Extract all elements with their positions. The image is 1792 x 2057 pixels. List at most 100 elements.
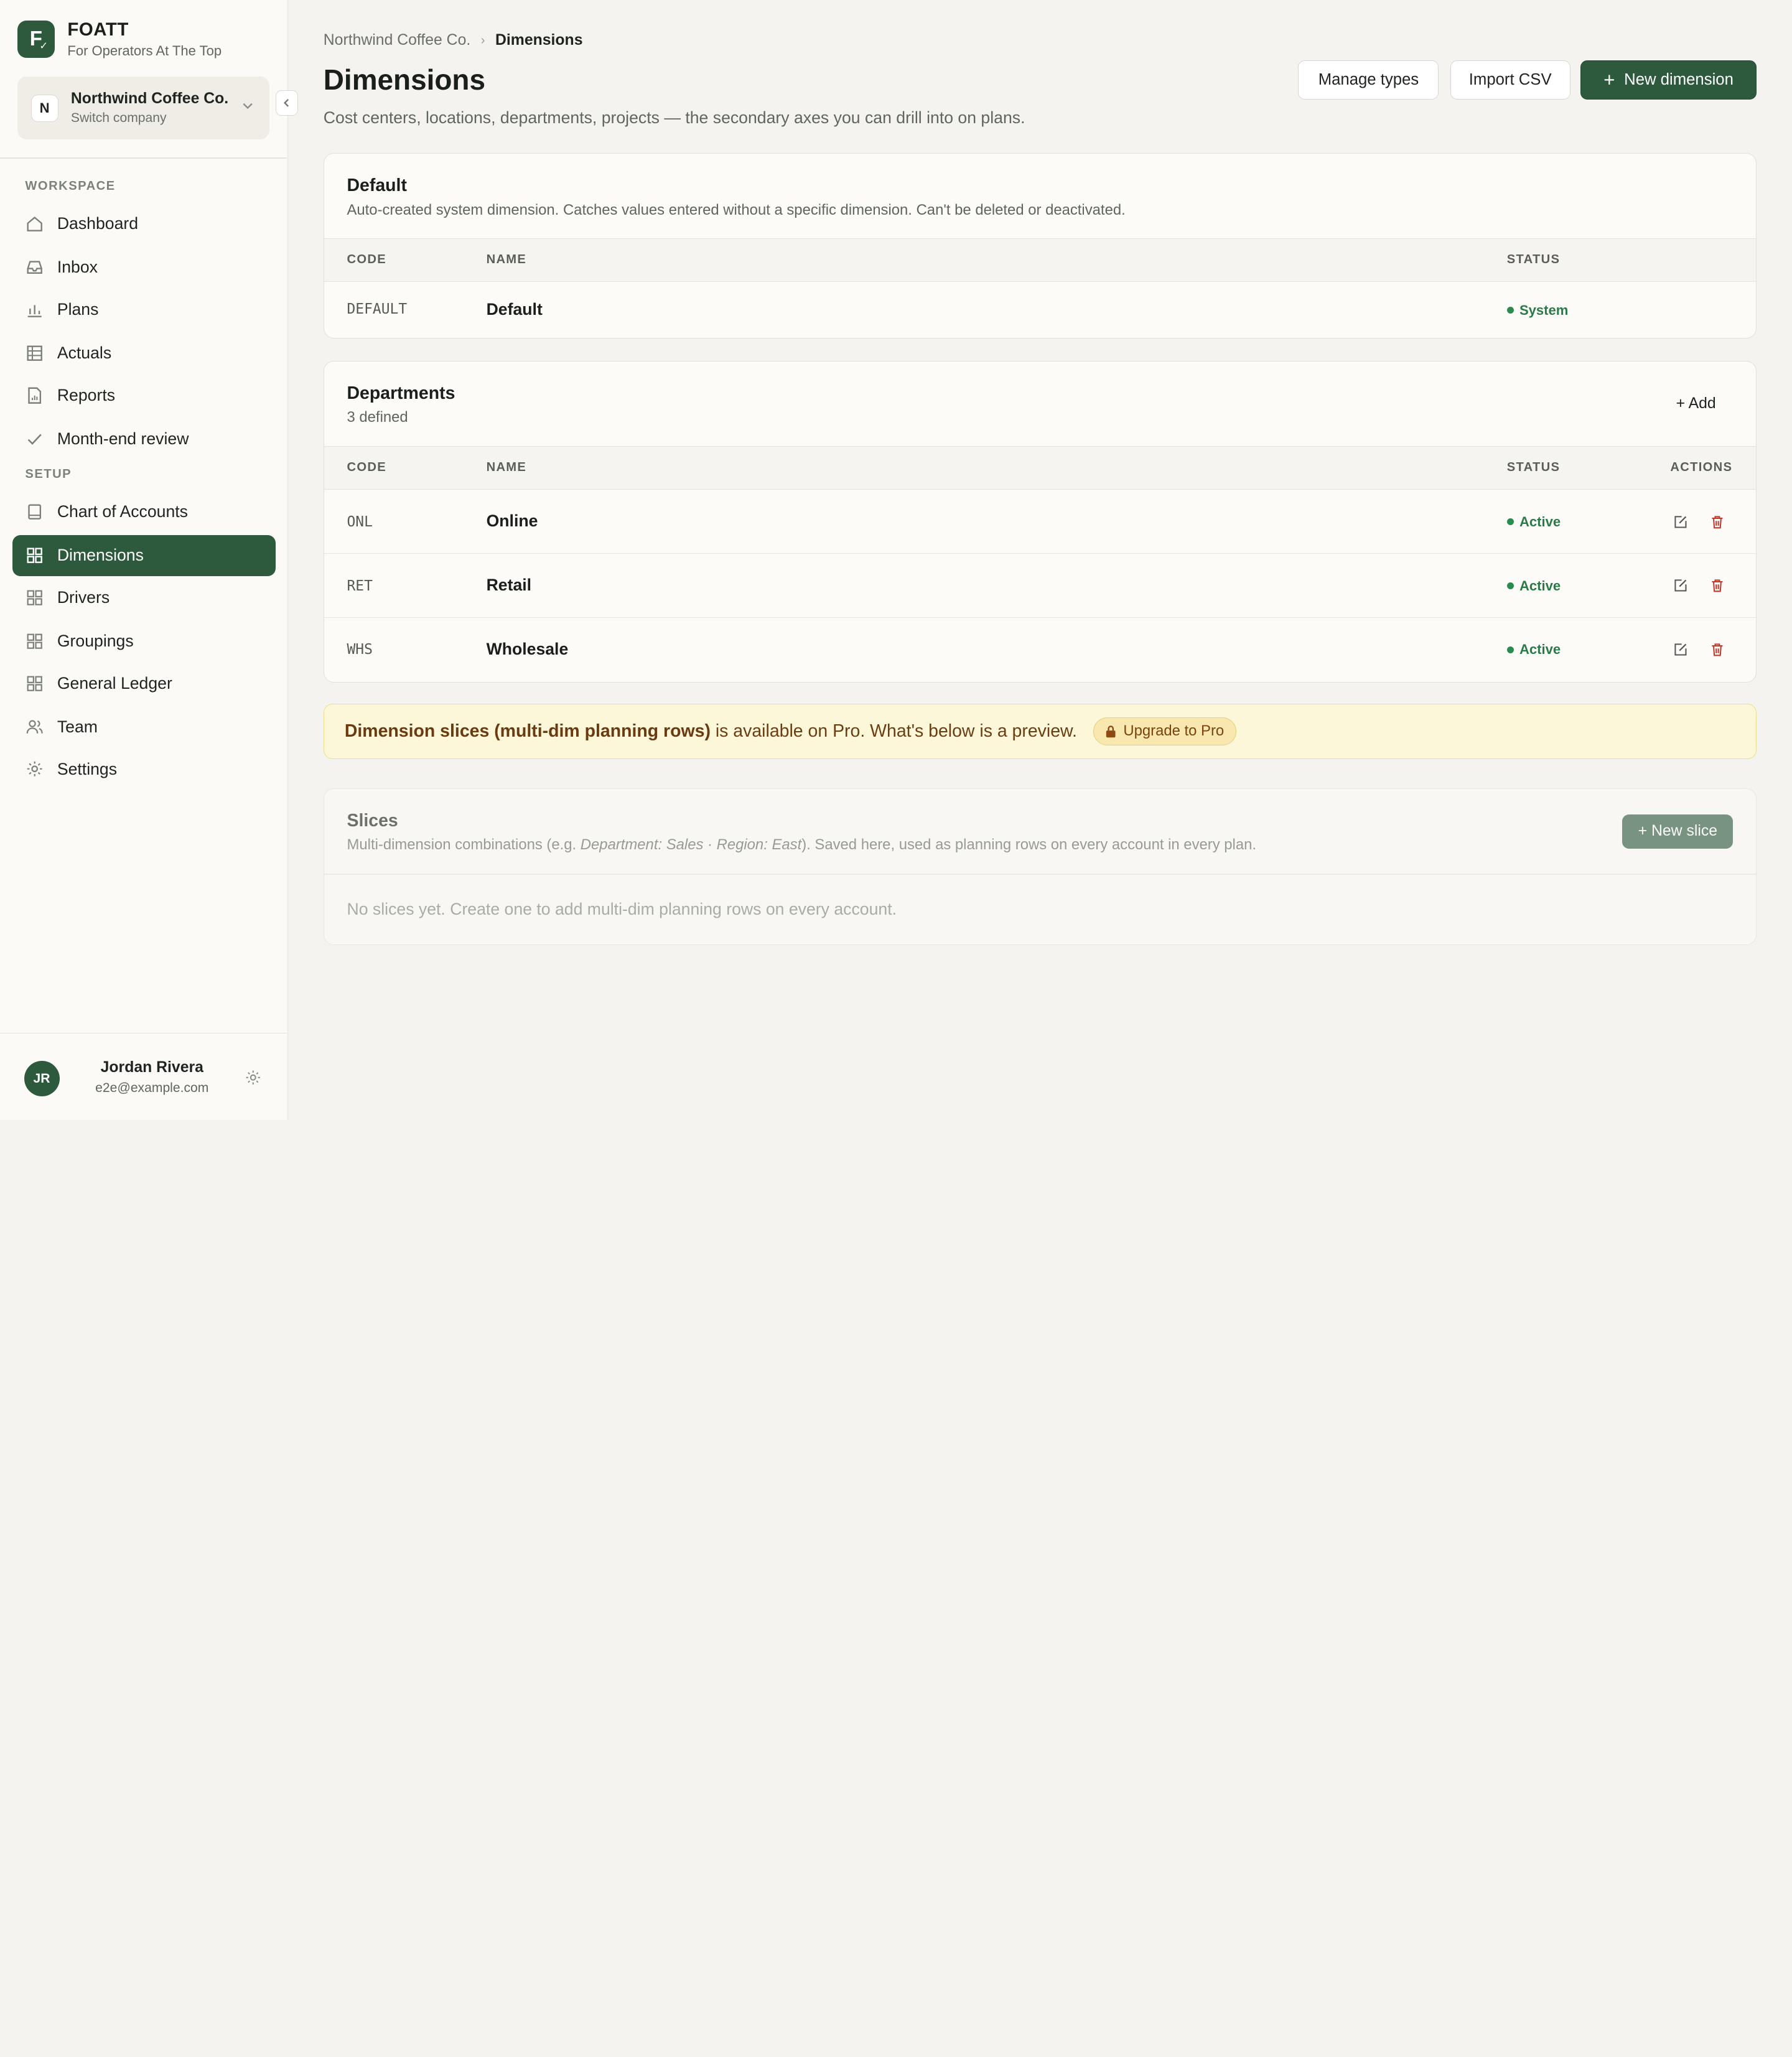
row-name: Wholesale xyxy=(486,639,569,658)
sidebar-item-chart-of-accounts[interactable]: Chart of Accounts xyxy=(12,492,275,533)
gear-icon[interactable] xyxy=(245,1069,262,1091)
section-label-setup: SETUP xyxy=(25,467,72,482)
brand-tagline: For Operators At The Top xyxy=(67,42,222,58)
chevron-right-icon: › xyxy=(480,33,485,47)
table-icon xyxy=(25,343,44,363)
status-badge: Active xyxy=(1506,578,1561,594)
empty-state-text: No slices yet. Create one to add multi-d… xyxy=(347,900,897,919)
sidebar-item-label: Plans xyxy=(57,300,99,319)
sidebar-item-settings[interactable]: Settings xyxy=(12,749,275,790)
row-code: RET xyxy=(347,577,373,594)
status-badge: Active xyxy=(1506,641,1561,658)
card-title: Departments xyxy=(347,383,455,404)
sidebar-item-actuals[interactable]: Actuals xyxy=(12,332,275,373)
book-icon xyxy=(25,502,44,521)
column-header-status: STATUS xyxy=(1506,253,1561,267)
sidebar-item-plans[interactable]: Plans xyxy=(12,289,275,330)
new-slice-button[interactable]: + New slice xyxy=(1622,814,1734,849)
brand-logo: F ✓ xyxy=(17,20,55,58)
company-badge: N xyxy=(30,94,58,122)
sidebar-item-month-end-review[interactable]: Month-end review xyxy=(12,418,275,459)
sidebar-item-label: Actuals xyxy=(57,343,112,363)
lock-icon xyxy=(1105,725,1116,738)
sidebar-item-label: Reports xyxy=(57,385,116,404)
card-divider xyxy=(324,874,1756,875)
row-name: Default xyxy=(486,300,543,319)
company-switch-label: Switch company xyxy=(70,111,167,126)
check-icon xyxy=(25,429,44,449)
banner-feature: Dimension slices (multi-dim planning row… xyxy=(344,721,711,741)
sidebar-item-inbox[interactable]: Inbox xyxy=(12,247,275,288)
company-name: Northwind Coffee Co. xyxy=(70,90,229,107)
sidebar-item-label: Dashboard xyxy=(57,214,139,233)
sidebar-item-label: Groupings xyxy=(57,631,134,650)
grid-icon xyxy=(25,546,44,565)
upgrade-to-pro-button[interactable]: Upgrade to Pro xyxy=(1093,717,1236,746)
users-icon xyxy=(25,717,44,737)
sidebar: F ✓ FOATT For Operators At The Top N Nort… xyxy=(0,0,299,1120)
table-row: RET Retail Active xyxy=(324,554,1756,618)
sidebar-item-dimensions[interactable]: Dimensions xyxy=(12,534,276,576)
sidebar-item-team[interactable]: Team xyxy=(12,706,275,747)
column-header-code: CODE xyxy=(347,253,386,267)
page-title: Dimensions xyxy=(323,63,485,96)
table-row: WHS Wholesale Active xyxy=(324,618,1756,682)
new-dimension-button[interactable]: + New dimension xyxy=(1580,60,1757,100)
row-code: WHS xyxy=(347,641,373,658)
table-header: CODE NAME STATUS xyxy=(324,238,1756,282)
inbox-icon xyxy=(25,258,44,277)
sidebar-item-label: General Ledger xyxy=(57,673,172,693)
sidebar-item-label: Dimensions xyxy=(57,546,144,565)
sidebar-item-label: Team xyxy=(57,717,98,736)
status-badge: System xyxy=(1506,302,1568,319)
check-icon: ✓ xyxy=(39,40,49,52)
trash-icon[interactable] xyxy=(1708,577,1726,595)
trash-icon[interactable] xyxy=(1708,641,1726,659)
edit-icon[interactable] xyxy=(1671,513,1689,531)
status-badge: Active xyxy=(1506,514,1561,530)
sidebar-item-label: Month-end review xyxy=(57,429,189,448)
edit-icon[interactable] xyxy=(1671,577,1689,595)
sidebar-item-reports[interactable]: Reports xyxy=(12,375,275,416)
sidebar-item-dashboard[interactable]: Dashboard xyxy=(12,203,275,245)
add-department-button[interactable]: + Add xyxy=(1676,395,1716,413)
grid-icon xyxy=(25,674,44,693)
sidebar-divider xyxy=(0,157,287,159)
column-header-status: STATUS xyxy=(1506,460,1561,475)
table-row: DEFAULT Default System xyxy=(324,282,1756,338)
breadcrumb-company[interactable]: Northwind Coffee Co. xyxy=(324,32,470,49)
brand[interactable]: F ✓ FOATT For Operators At The Top xyxy=(17,19,222,59)
sidebar-item-label: Settings xyxy=(57,759,118,778)
column-header-actions: ACTIONS xyxy=(1670,460,1733,475)
gear-icon xyxy=(25,759,44,778)
card-subtitle: Auto-created system dimension. Catches v… xyxy=(347,202,1126,219)
trash-icon[interactable] xyxy=(1708,513,1726,531)
chevron-down-icon xyxy=(241,100,254,116)
import-csv-button[interactable]: Import CSV xyxy=(1450,60,1570,100)
section-label-workspace: WORKSPACE xyxy=(25,179,116,194)
report-icon xyxy=(25,386,44,405)
breadcrumb: Northwind Coffee Co. › Dimensions xyxy=(324,32,583,49)
row-name: Retail xyxy=(486,575,532,594)
sidebar-item-general-ledger[interactable]: General Ledger xyxy=(12,663,275,704)
avatar[interactable]: JR xyxy=(24,1061,60,1097)
sidebar-item-drivers[interactable]: Drivers xyxy=(12,577,275,618)
bar-chart-icon xyxy=(25,300,44,319)
grid-icon xyxy=(25,632,44,651)
breadcrumb-current: Dimensions xyxy=(495,32,583,49)
slices-card: Slices Multi-dimension combinations (e.g… xyxy=(323,788,1757,945)
upgrade-label: Upgrade to Pro xyxy=(1123,722,1225,740)
app-root: F ✓ FOATT For Operators At The Top N Nort… xyxy=(0,0,1792,1120)
company-switcher[interactable]: N Northwind Coffee Co. Switch company xyxy=(17,77,270,140)
grid-icon xyxy=(25,588,44,607)
brand-name: FOATT xyxy=(67,19,129,40)
row-name: Online xyxy=(486,511,538,530)
user-name: Jordan Rivera xyxy=(100,1058,203,1076)
manage-types-button[interactable]: Manage types xyxy=(1298,60,1439,100)
pro-upgrade-banner: Dimension slices (multi-dim planning row… xyxy=(323,704,1757,759)
edit-icon[interactable] xyxy=(1671,641,1689,659)
new-dimension-label: New dimension xyxy=(1624,71,1734,89)
plus-icon: + xyxy=(1603,68,1615,91)
card-subtitle: Multi-dimension combinations (e.g. Depar… xyxy=(347,836,1257,853)
sidebar-item-groupings[interactable]: Groupings xyxy=(12,620,275,661)
